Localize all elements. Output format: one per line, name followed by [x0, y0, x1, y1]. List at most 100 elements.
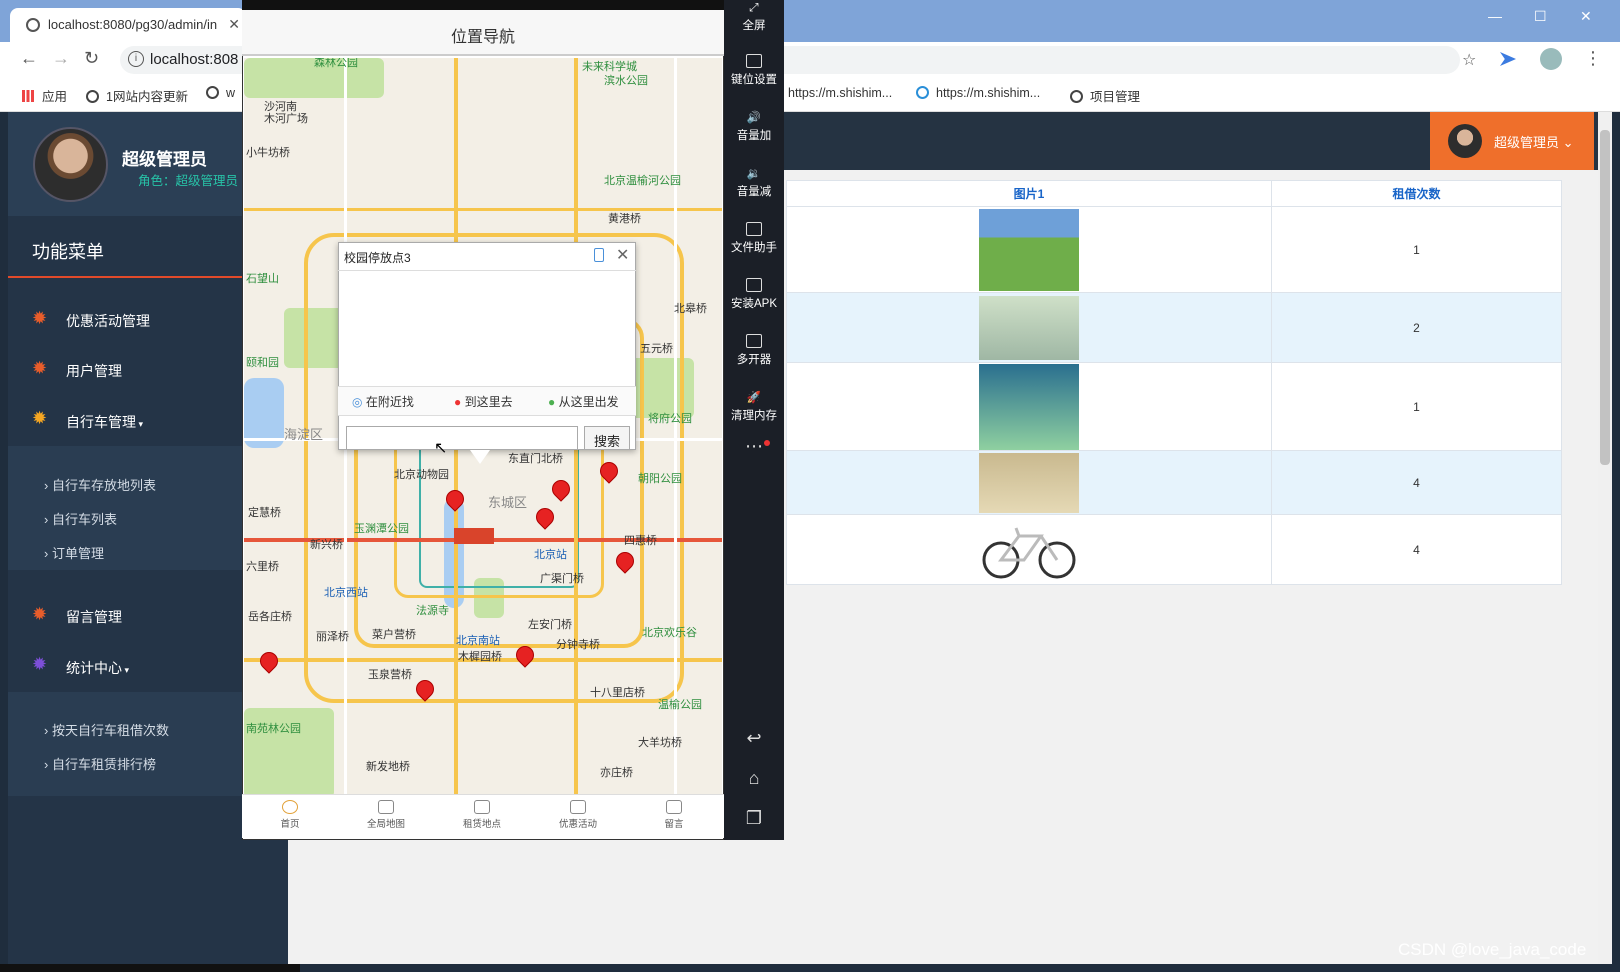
- rental-count: 4: [1271, 514, 1562, 585]
- back-nav-icon[interactable]: ↩: [724, 728, 784, 749]
- menu-item-promotions[interactable]: 优惠活动管理: [66, 311, 150, 331]
- submenu-rental-ranking[interactable]: › 自行车租赁排行榜: [44, 754, 156, 773]
- tab-home[interactable]: 首页: [250, 800, 330, 830]
- minimize-icon[interactable]: —: [1488, 8, 1502, 24]
- map-label: 东城区: [488, 495, 528, 510]
- tab-messages[interactable]: 留言: [634, 800, 714, 830]
- close-tab-icon[interactable]: ✕: [228, 16, 240, 33]
- search-input[interactable]: [346, 426, 578, 450]
- scrollbar-thumb[interactable]: [1600, 130, 1610, 465]
- star-icon[interactable]: ☆: [1462, 50, 1476, 70]
- map-label: 新发地桥: [366, 761, 410, 773]
- map-label: 广渠门桥: [540, 573, 584, 585]
- map-label: 北京温榆河公园: [604, 175, 681, 187]
- map-label: 石望山: [246, 273, 279, 285]
- map-label: 森林公园: [314, 58, 358, 69]
- menu-item-stats[interactable]: 统计中心 ▾: [66, 658, 129, 678]
- map-label: 五元桥: [640, 343, 673, 355]
- profile-icon[interactable]: [1540, 48, 1562, 70]
- bookmark-5[interactable]: 项目管理: [1070, 86, 1140, 105]
- bike-image: [979, 452, 1079, 513]
- favicon-icon: [26, 18, 40, 32]
- map-label: 东直门北桥: [508, 453, 563, 465]
- gear-icon: ✹: [32, 654, 48, 674]
- install-apk-button[interactable]: 安装APK: [724, 278, 784, 311]
- tab-promotions[interactable]: 优惠活动: [538, 800, 618, 830]
- tab-rental-locations[interactable]: 租赁地点: [442, 800, 522, 830]
- bookmark-site-icon: [916, 86, 929, 99]
- keymap-button[interactable]: 键位设置: [724, 54, 784, 87]
- submenu-bike-list[interactable]: › 自行车列表: [44, 509, 117, 528]
- bookmark-4[interactable]: https://m.shishim...: [916, 86, 1040, 100]
- map-label: 四惠桥: [624, 535, 657, 547]
- bookmark-3[interactable]: https://m.shishim...: [788, 86, 892, 100]
- fullscreen-button[interactable]: ⤢ 全屏: [724, 2, 784, 33]
- avatar: [1448, 124, 1482, 158]
- forward-icon[interactable]: →: [52, 48, 70, 69]
- menu-item-bikes[interactable]: 自行车管理 ▾: [66, 412, 143, 432]
- map-label: 大羊坊桥: [638, 737, 682, 749]
- volume-down-icon: 🔉: [746, 168, 762, 180]
- home-nav-icon[interactable]: ⌂: [724, 768, 784, 789]
- avatar: [33, 127, 108, 202]
- maximize-icon[interactable]: ☐: [1534, 8, 1547, 25]
- more-icon[interactable]: ⋯: [724, 436, 784, 457]
- table-row: 1: [786, 362, 1562, 451]
- browser-tab[interactable]: localhost:8080/pg30/admin/in ✕: [10, 8, 246, 42]
- close-window-icon[interactable]: ✕: [1580, 8, 1592, 25]
- start-here-button[interactable]: ● 从这里出发: [548, 393, 619, 410]
- submenu-orders[interactable]: › 订单管理: [44, 543, 104, 562]
- globe-icon: [206, 86, 219, 99]
- search-nearby-button[interactable]: ◎ 在附近找: [352, 393, 414, 410]
- map-label: 亦庄桥: [600, 767, 633, 779]
- rental-count: 4: [1271, 450, 1562, 515]
- mouse-cursor-icon: ↖: [434, 440, 448, 457]
- bike-image: [979, 295, 1079, 360]
- gear-icon: ✹: [32, 408, 48, 428]
- taskbar: [0, 964, 300, 972]
- watermark: CSDN @love_java_code: [1398, 940, 1587, 959]
- recents-nav-icon[interactable]: ❐: [724, 808, 784, 829]
- search-button[interactable]: 搜索: [584, 426, 630, 450]
- caret-down-icon: ▾: [136, 419, 144, 429]
- bookmark-apps[interactable]: 应用: [22, 86, 67, 105]
- table-row: 4: [786, 450, 1562, 515]
- map-label: 将府公园: [648, 413, 692, 425]
- keyboard-icon: [746, 54, 762, 68]
- bookmark-1[interactable]: 1网站内容更新: [86, 86, 188, 105]
- phone-status-bar: [242, 0, 724, 10]
- info-icon[interactable]: i: [128, 51, 144, 67]
- caret-down-icon: ▾: [122, 665, 130, 675]
- table-row: 1: [786, 206, 1562, 293]
- map-label: 温榆公园: [658, 699, 702, 711]
- menu-item-users[interactable]: 用户管理: [66, 361, 122, 381]
- phone-icon[interactable]: [594, 248, 604, 262]
- volume-up-button[interactable]: 🔊 音量加: [724, 110, 784, 143]
- user-dropdown[interactable]: 超级管理员 ⌄: [1430, 112, 1594, 170]
- admin-role: 角色：超级管理员: [138, 174, 239, 188]
- tab-global-map[interactable]: 全局地图: [346, 800, 426, 830]
- menu-item-messages[interactable]: 留言管理: [66, 607, 122, 627]
- menu-dots-icon[interactable]: ⋮: [1584, 48, 1602, 69]
- apk-icon: [746, 278, 762, 292]
- phone-page-title: 位置导航: [242, 10, 724, 56]
- multi-instance-button[interactable]: 多开器: [724, 334, 784, 367]
- map-label: 左安门桥: [528, 619, 572, 631]
- close-icon[interactable]: ✕: [616, 245, 629, 265]
- go-here-button[interactable]: ● 到这里去: [454, 393, 513, 410]
- reload-icon[interactable]: ↻: [84, 48, 99, 69]
- map-label: 分钟寺桥: [556, 639, 600, 651]
- submenu-daily-rentals[interactable]: › 按天自行车租借次数: [44, 720, 169, 739]
- bookmark-2[interactable]: w: [206, 86, 235, 100]
- origin-pin-icon: ●: [548, 395, 556, 409]
- stack-icon: [746, 334, 762, 348]
- column-header-count: 租借次数: [1271, 180, 1562, 207]
- volume-down-button[interactable]: 🔉 音量减: [724, 166, 784, 199]
- submenu-bike-stations[interactable]: › 自行车存放地列表: [44, 475, 156, 494]
- file-assistant-button[interactable]: 文件助手: [724, 222, 784, 255]
- grid-icon: [666, 800, 682, 814]
- clear-memory-button[interactable]: 🚀 清理内存: [724, 390, 784, 423]
- bike-station-pin[interactable]: [256, 648, 282, 674]
- map-label: 南苑林公园: [246, 723, 301, 735]
- back-icon[interactable]: ←: [20, 48, 38, 69]
